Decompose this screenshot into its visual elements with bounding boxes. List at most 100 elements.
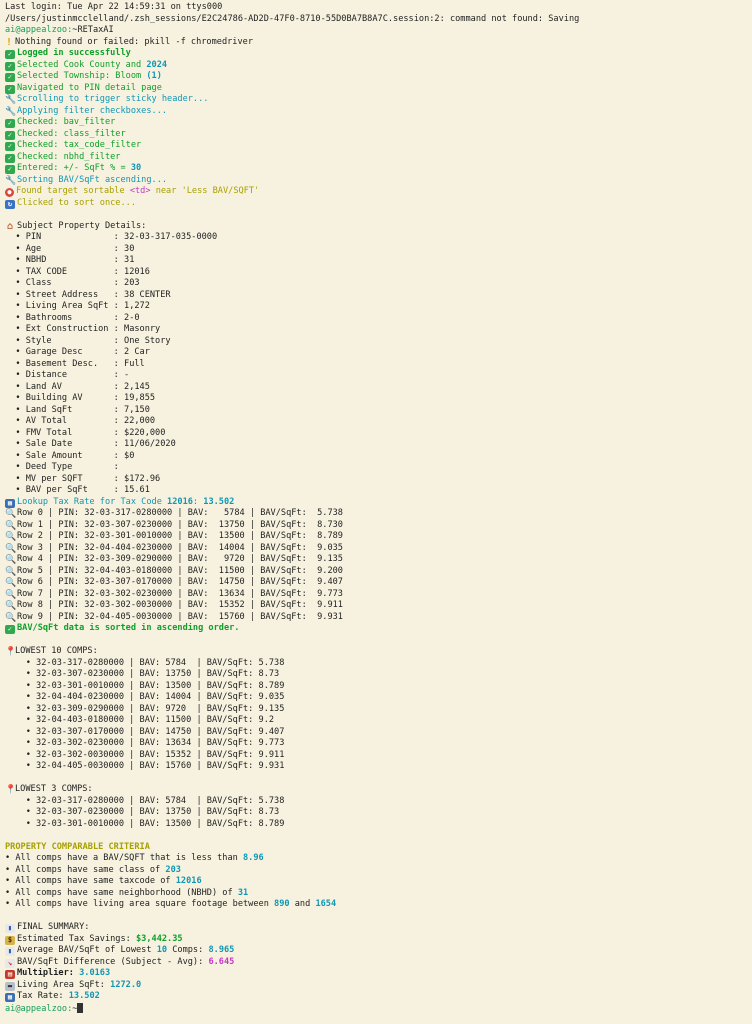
- table-row: 🔍Row 3 | PIN: 32-04-404-0230000 | BAV: 1…: [5, 543, 752, 555]
- field-name: • Sale Amount: [5, 450, 114, 461]
- summary-rate: ▦ Tax Rate: 13.502: [5, 991, 752, 1003]
- field-sep: :: [113, 393, 125, 403]
- mult-value: 3.0163: [79, 968, 111, 978]
- step-found: ● Found target sortable <td> near 'Less B…: [5, 186, 752, 198]
- field-name: • Land SqFt: [5, 404, 114, 415]
- comp-bav: | BAV: 5784: [124, 795, 192, 806]
- subject-title-text: Subject Property Details:: [17, 220, 147, 231]
- comp-bav: | BAV: 15760: [124, 761, 192, 771]
- row-sqft: | BAV/SqFt: 9.407: [244, 577, 343, 587]
- field-sep: :: [113, 370, 125, 380]
- subject-field: • TAX CODE : 12016: [5, 267, 752, 279]
- bar-chart-icon: ▮: [5, 924, 15, 933]
- field-name: • Garage Desc: [5, 347, 114, 357]
- comp-pin: • 32-04-403-0180000: [5, 715, 124, 725]
- field-sep: :: [113, 485, 125, 495]
- td-tag: <td>: [129, 186, 151, 196]
- comp-pin: • 32-03-301-0010000: [5, 818, 124, 829]
- comp-sqft: | BAV/SqFt: 9.931: [191, 761, 285, 771]
- lookup-line: ▦ Lookup Tax Rate for Tax Code 12016: 13.…: [5, 497, 752, 509]
- field-name: • Class: [5, 278, 114, 288]
- check-icon: ✓: [5, 50, 15, 59]
- criteria-value: 8.96: [243, 853, 264, 863]
- step-entered: ✓ Entered: +/- SqFt % = 30: [5, 163, 752, 175]
- terminal-window[interactable]: Last login: Tue Apr 22 14:59:31 on ttys0…: [0, 0, 752, 1024]
- summary-area: ▬ Living Area SqFt: 1272.0: [5, 980, 752, 992]
- subject-field: • Age : 30: [5, 244, 752, 256]
- lookup-rate: 13.502: [203, 496, 235, 507]
- table-row: 🔍Row 9 | PIN: 32-04-405-0030000 | BAV: 1…: [5, 612, 752, 624]
- row-bav: | BAV: 13634: [172, 588, 245, 599]
- field-value: $172.96: [124, 473, 161, 484]
- summary-label: Multiplier:: [17, 968, 80, 978]
- lookup-code: 12016: [167, 496, 193, 507]
- field-name: • Sale Date: [5, 439, 114, 449]
- final-prompt[interactable]: ai@appealzoo:~: [5, 1002, 752, 1015]
- step-text: Selected Township: Bloom: [17, 71, 147, 81]
- zsh-error-line: /Users/justinmcclelland/.zsh_sessions/E2…: [5, 13, 580, 24]
- step-text: near 'Less BAV/SQFT': [150, 186, 260, 196]
- field-value: 2 Car: [124, 347, 150, 357]
- field-sep: :: [113, 347, 125, 357]
- table-row: 🔍Row 6 | PIN: 32-03-307-0170000 | BAV: 1…: [5, 577, 752, 589]
- list-item: • 32-03-309-0290000 | BAV: 9720 | BAV/Sq…: [5, 704, 752, 716]
- row-label: Row 9 | PIN:: [17, 611, 85, 622]
- magnifier-icon: 🔍: [5, 601, 17, 611]
- subject-field: • Living Area SqFt : 1,272: [5, 301, 752, 313]
- field-sep: :: [113, 243, 125, 254]
- row-pin: 32-03-317-0280000: [84, 508, 173, 518]
- row-sqft: | BAV/SqFt: 8.789: [244, 531, 343, 541]
- row-pin: 32-03-302-0030000: [84, 600, 173, 610]
- row-label: Row 4 | PIN:: [17, 554, 85, 564]
- lowest3-list: • 32-03-317-0280000 | BAV: 5784 | BAV/Sq…: [5, 796, 752, 831]
- check-icon: ✓: [5, 130, 15, 140]
- step-text: Checked: nbhd_filter: [17, 151, 121, 162]
- field-value: $0: [124, 450, 135, 461]
- criteria-title: PROPERTY COMPARABLE CRITERIA: [5, 841, 150, 852]
- field-sep: :: [113, 312, 125, 323]
- criteria-text: • All comps have same taxcode of: [5, 876, 176, 886]
- lookup-text: Lookup Tax Rate for Tax Code: [17, 496, 168, 507]
- township-num: (1): [146, 71, 162, 81]
- table-row: 🔍Row 0 | PIN: 32-03-317-0280000 | BAV: 5…: [5, 508, 752, 520]
- row-bav: | BAV: 5784: [172, 508, 245, 518]
- cursor[interactable]: [77, 1002, 84, 1013]
- magnifier-icon: 🔍: [5, 532, 17, 542]
- step-checked-nbhd: ✓ Checked: nbhd_filter: [5, 152, 752, 164]
- comp-bav: | BAV: 15352: [124, 749, 192, 760]
- row-bav: | BAV: 14750: [172, 577, 245, 587]
- comp-sqft: | BAV/SqFt: 9.035: [191, 692, 285, 702]
- prompt-user: ai@appealzoo:: [5, 25, 73, 35]
- criteria-text: • All comps have same class of: [5, 864, 166, 875]
- row-bav: | BAV: 14004: [172, 542, 245, 553]
- wrench-icon: 🔧: [5, 95, 17, 105]
- house-icon: ⌂: [6, 220, 14, 232]
- step-text: Logged in successfully: [17, 48, 131, 58]
- check-icon: ✓: [5, 625, 15, 634]
- field-sep: :: [113, 462, 125, 472]
- comp-sqft: | BAV/SqFt: 8.789: [191, 818, 285, 829]
- field-sep: :: [113, 278, 125, 288]
- field-name: • Living Area SqFt: [5, 301, 114, 311]
- field-value: 203: [124, 278, 140, 288]
- pushpin-icon: 📍: [5, 785, 17, 795]
- chart-down-icon: ↘: [5, 958, 15, 968]
- field-value: 1,272: [124, 301, 150, 311]
- field-sep: :: [113, 324, 125, 334]
- comp-sqft: | BAV/SqFt: 5.738: [191, 795, 285, 806]
- check-icon: ✓: [5, 73, 15, 82]
- field-name: • AV Total: [5, 416, 114, 426]
- list-item: • 32-03-307-0230000 | BAV: 13750 | BAV/S…: [5, 807, 752, 819]
- criteria-text: • All comps have living area square foot…: [5, 899, 275, 909]
- lowest10-title-text: LOWEST 10 COMPS:: [15, 646, 98, 656]
- row-bav: | BAV: 11500: [172, 565, 245, 576]
- county-year: 2024: [146, 59, 168, 70]
- comp-sqft: | BAV/SqFt: 9.135: [191, 703, 285, 714]
- avg-count: 10: [156, 945, 168, 955]
- row-label: Row 7 | PIN:: [17, 588, 85, 599]
- field-sep: :: [113, 473, 125, 484]
- check-icon: ✓: [5, 61, 15, 71]
- lowest10-list: • 32-03-317-0280000 | BAV: 5784 | BAV/Sq…: [5, 658, 752, 773]
- step-scrolling: 🔧Scrolling to trigger sticky header...: [5, 94, 752, 106]
- subject-field: • Style : One Story: [5, 336, 752, 348]
